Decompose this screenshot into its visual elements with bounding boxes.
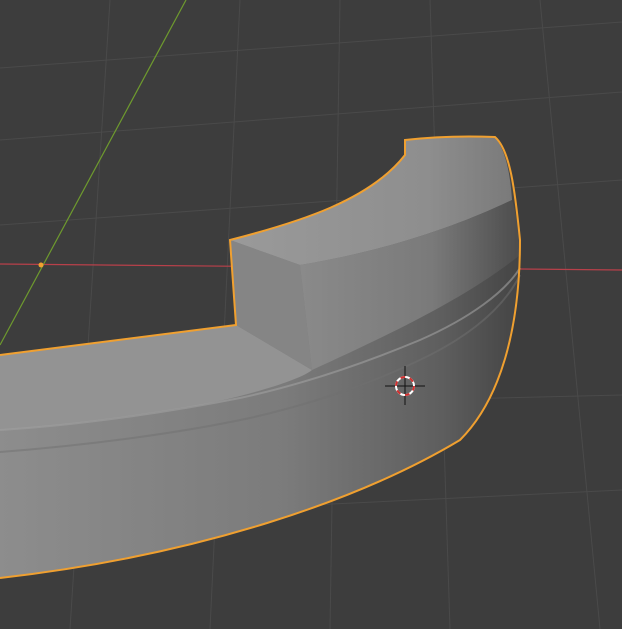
y-axis-line [0,0,187,346]
viewport-canvas[interactable] [0,0,622,629]
curved-bar-mesh[interactable] [0,135,522,579]
3d-viewport[interactable] [0,0,622,629]
object-origin-icon [38,262,44,268]
